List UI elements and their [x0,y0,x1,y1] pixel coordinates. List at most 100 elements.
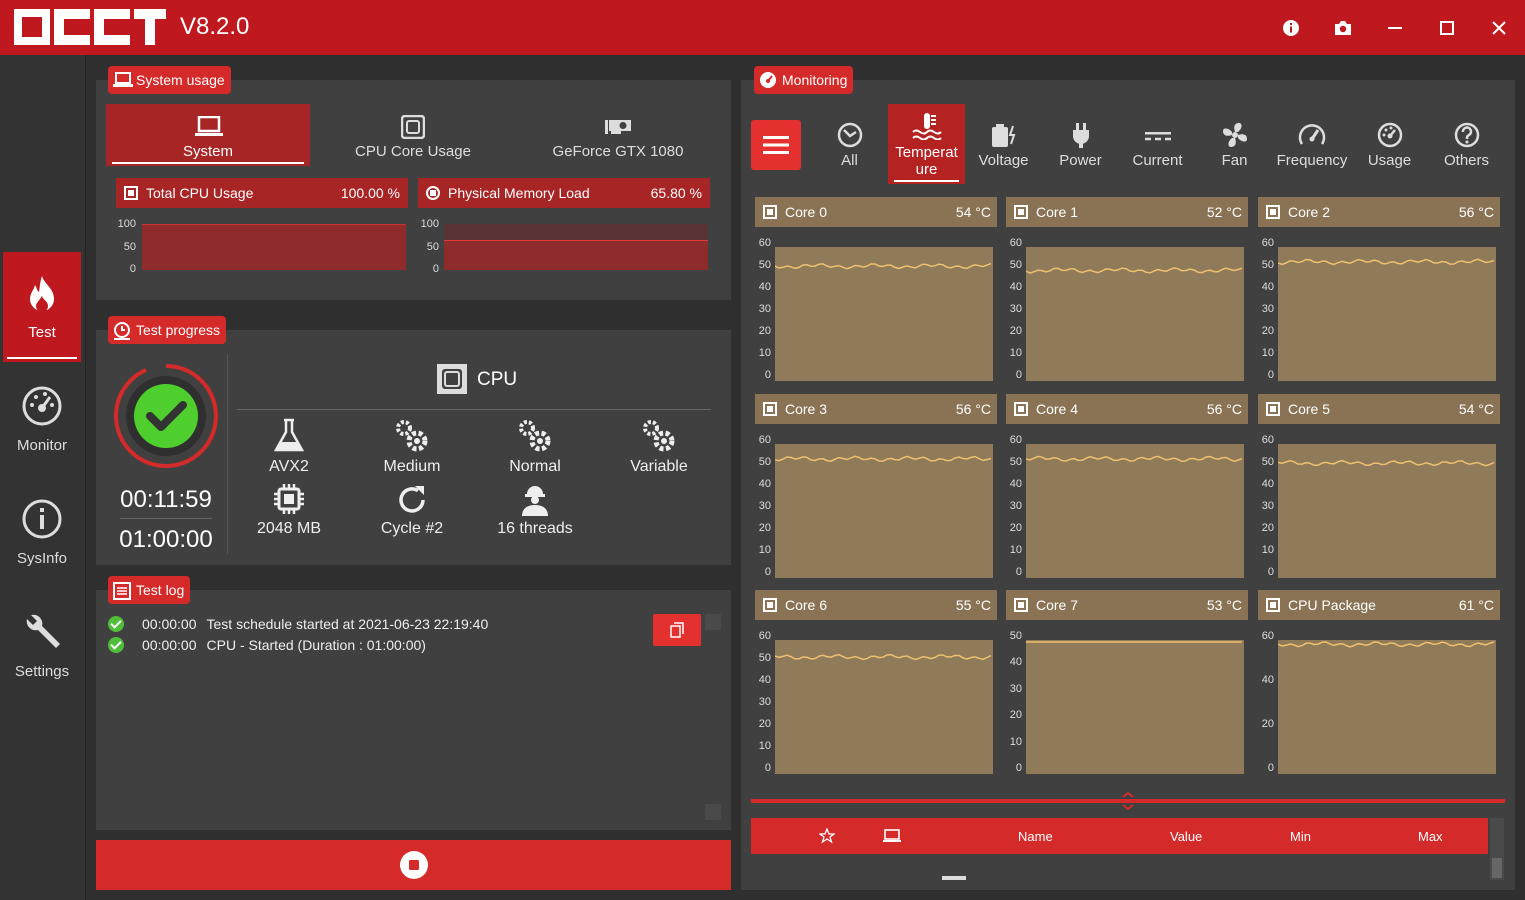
sensor-plot-area [774,247,993,381]
metric-total-cpu-usage[interactable]: Total CPU Usage 100.00 % [116,178,408,208]
tab-usage[interactable]: Usage [1351,104,1428,184]
metric-checkbox[interactable] [124,186,138,200]
sensor-checkbox[interactable] [1014,598,1028,612]
table-scrollbar[interactable] [1490,818,1504,880]
tab-all[interactable]: All [811,104,888,184]
system-usage-tag: System usage [108,66,231,94]
metric-physical-memory-load[interactable]: Physical Memory Load 65.80 % [418,178,710,208]
tab-current[interactable]: Current [1119,104,1196,184]
sensor-chart-core-0: Core 0 54 °C 60 50 40 30 20 10 0 [755,197,997,387]
metric-value: 65.80 % [650,185,702,201]
all-icon [837,122,862,148]
tab-system[interactable]: System [106,104,310,166]
temperature-line-chart [1025,267,1243,274]
star-icon[interactable] [819,828,835,844]
column-header-max[interactable]: Max [1418,829,1443,844]
sensor-chart-core-4: Core 4 56 °C 60 50 40 30 20 10 0 [1006,394,1248,584]
scrollbar-thumb[interactable] [1492,858,1502,878]
sensor-header[interactable]: Core 7 53 °C [1006,590,1248,620]
log-text: CPU - Started (Duration : 01:00:00) [206,637,426,653]
axis-tick: 50 [1261,456,1274,468]
sensor-header[interactable]: CPU Package 61 °C [1258,590,1500,620]
param-label: Variable [630,458,688,475]
tab-frequency[interactable]: Frequency [1273,104,1351,184]
tab-label: GeForce GTX 1080 [552,143,684,160]
wrench-icon [26,614,61,648]
laptop-icon[interactable] [883,829,901,843]
temperature-line-chart [1026,641,1242,643]
axis-tick: 50 [1009,456,1022,468]
sensor-checkbox[interactable] [1014,402,1028,416]
tab-underline [112,162,304,164]
axis-tick: 0 [1267,762,1274,774]
temperature-line-chart [1277,641,1495,648]
metric-checkbox[interactable] [426,186,440,200]
axis-tick: 40 [1261,478,1274,490]
nav-item-monitor[interactable]: Monitor [3,365,81,475]
sensor-header[interactable]: Core 4 56 °C [1006,394,1248,424]
sensor-chart-core-2: Core 2 56 °C 60 50 40 30 20 10 0 [1258,197,1500,387]
close-button[interactable] [1485,14,1513,42]
tab-voltage[interactable]: Voltage [965,104,1042,184]
sensor-header[interactable]: Core 2 56 °C [1258,197,1500,227]
test-param-memory: 2048 MB [229,476,349,538]
sensor-chart-core-7: Core 7 53 °C 50 40 30 20 10 0 [1006,590,1248,780]
axis-tick: 50 [758,652,771,664]
sensor-header[interactable]: Core 6 55 °C [755,590,997,620]
gears-icon [519,420,551,452]
thermometer-icon [911,113,942,140]
tab-others[interactable]: Others [1428,104,1505,184]
tab-label-line: Temperat [895,144,958,161]
nav-label: Test [28,324,56,341]
column-header-name[interactable]: Name [1018,829,1053,844]
copy-log-button[interactable] [653,614,701,646]
sensor-checkbox[interactable] [1266,402,1280,416]
nav-item-test[interactable]: Test [3,252,81,362]
sensor-header[interactable]: Core 0 54 °C [755,197,997,227]
temperature-series-line [1025,267,1243,274]
monitoring-menu-button[interactable] [751,120,801,170]
sensor-chart-cpu-package: CPU Package 61 °C 60 40 20 0 [1258,590,1500,780]
sensor-checkbox[interactable] [1014,205,1028,219]
param-label: 2048 MB [256,520,322,537]
sensor-checkbox[interactable] [763,402,777,416]
sensor-header[interactable]: Core 3 56 °C [755,394,997,424]
tab-fan[interactable]: Fan [1196,104,1273,184]
axis-tick: 10 [1009,347,1022,359]
sensor-name: Core 7 [1036,597,1079,613]
axis-tick: 10 [758,544,771,556]
maximize-button[interactable] [1433,14,1461,42]
axis-tick: 50 [426,241,439,253]
panel-title: Test progress [136,322,221,338]
sensor-value: 56 °C [955,401,991,417]
param-label: Medium [383,458,441,475]
sensor-checkbox[interactable] [763,598,777,612]
axis-tick: 20 [1261,718,1274,730]
axis-tick: 0 [764,369,771,381]
nav-item-settings[interactable]: Settings [3,591,81,701]
sensor-header[interactable]: Core 1 52 °C [1006,197,1248,227]
sensor-checkbox[interactable] [763,205,777,219]
log-scroll-down[interactable] [705,804,721,820]
screenshot-button[interactable] [1329,14,1357,42]
column-header-value[interactable]: Value [1170,829,1202,844]
nav-item-sysinfo[interactable]: SysInfo [3,478,81,588]
sensor-checkbox[interactable] [1266,598,1280,612]
info-button[interactable] [1277,14,1305,42]
tab-gpu[interactable]: GeForce GTX 1080 [516,104,720,166]
temperature-line-chart [1025,455,1243,463]
tab-cpu-core-usage[interactable]: CPU Core Usage [311,104,515,166]
splitter-handle-icon[interactable] [1120,791,1136,811]
tab-temperature[interactable]: Temperat ure [888,104,965,184]
temperature-series-line [1277,641,1495,648]
log-scroll-up[interactable] [705,614,721,630]
sensor-header[interactable]: Core 5 54 °C [1258,394,1500,424]
column-header-min[interactable]: Min [1290,829,1311,844]
minimize-button[interactable] [1381,14,1409,42]
tab-power[interactable]: Power [1042,104,1119,184]
stop-test-button[interactable] [96,840,731,890]
sensor-chart-core-3: Core 3 56 °C 60 50 40 30 20 10 0 [755,394,997,584]
axis-tick: 60 [1261,237,1274,249]
sensor-checkbox[interactable] [1266,205,1280,219]
test-param-mode: Normal [475,414,595,476]
